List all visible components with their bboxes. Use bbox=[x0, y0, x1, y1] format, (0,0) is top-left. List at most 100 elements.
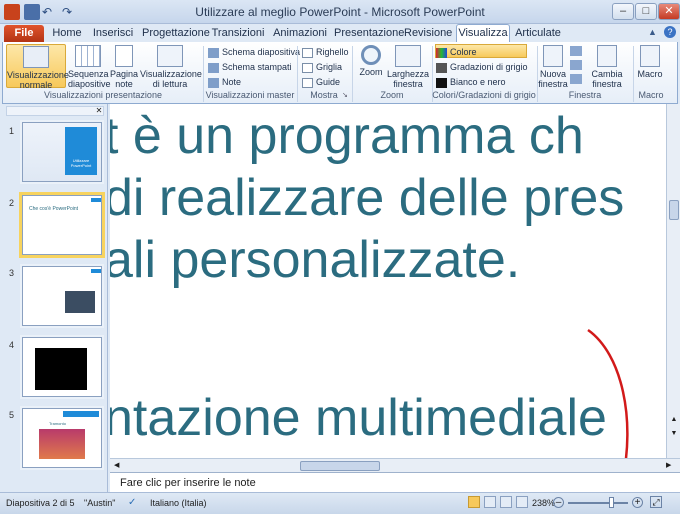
checkbox-icon bbox=[302, 77, 313, 88]
thumbnail-image bbox=[39, 429, 85, 459]
thumbnail-image bbox=[65, 291, 95, 313]
grayscale-button[interactable]: Gradazioni di grigio bbox=[436, 60, 528, 74]
notes-page-icon bbox=[115, 45, 133, 67]
slide-thumbnail[interactable]: Utilizzare PowerPoint bbox=[22, 122, 102, 182]
cascade-icon[interactable] bbox=[570, 60, 582, 70]
zoom-slider-handle[interactable] bbox=[609, 497, 614, 508]
powerpoint-logo-icon[interactable] bbox=[4, 4, 20, 20]
slide-text-line[interactable]: ali personalizzate. bbox=[110, 232, 520, 288]
help-icon[interactable]: ▲ bbox=[648, 27, 660, 39]
slide-sorter-icon[interactable] bbox=[484, 496, 496, 508]
notes-page-button[interactable]: Pagina note bbox=[108, 44, 140, 89]
zoom-button[interactable]: Zoom bbox=[356, 44, 386, 88]
language-indicator[interactable]: Italiano (Italia) bbox=[150, 494, 207, 512]
scroll-thumb[interactable] bbox=[300, 461, 380, 471]
color-icon bbox=[436, 47, 447, 58]
tab-articulate[interactable]: Articulate bbox=[514, 25, 562, 42]
zoom-in-icon[interactable]: + bbox=[632, 497, 643, 508]
thumbnail-title: Tramonto bbox=[49, 421, 66, 426]
normal-view-icon[interactable] bbox=[468, 496, 480, 508]
thumbnail-accent bbox=[63, 411, 99, 417]
tab-home[interactable]: Home bbox=[50, 25, 84, 42]
help-icon[interactable]: ? bbox=[664, 26, 676, 38]
slide-thumbnail[interactable]: Tramonto bbox=[22, 408, 102, 468]
slide-master-icon bbox=[208, 47, 219, 58]
thumbnail-image bbox=[35, 348, 87, 390]
guides-checkbox[interactable]: Guide bbox=[302, 75, 340, 89]
slide-sorter-button[interactable]: Sequenza diapositive bbox=[68, 44, 111, 89]
slide-thumbnail[interactable] bbox=[22, 266, 102, 326]
zoom-slider[interactable] bbox=[568, 502, 628, 504]
group-label-zoom: Zoom bbox=[380, 90, 404, 100]
reading-view-button[interactable]: Visualizzazione di lettura bbox=[140, 44, 202, 89]
checkbox-icon bbox=[302, 47, 313, 58]
thumbnail-title: Utilizzare PowerPoint bbox=[70, 158, 92, 168]
slideshow-icon[interactable] bbox=[516, 496, 528, 508]
macro-icon bbox=[640, 45, 660, 67]
thumbnail-accent bbox=[91, 269, 101, 273]
theme-name: "Austin" bbox=[84, 498, 116, 508]
tab-inserisci[interactable]: Inserisci bbox=[90, 25, 136, 42]
normal-view-button[interactable]: Visualizzazione normale bbox=[6, 44, 69, 90]
grid-checkbox[interactable]: Griglia bbox=[302, 60, 342, 74]
close-icon[interactable]: ✕ bbox=[94, 106, 104, 116]
tab-animazioni[interactable]: Animazioni bbox=[272, 25, 328, 42]
tab-revisione[interactable]: Revisione bbox=[404, 25, 452, 42]
scroll-right-icon[interactable]: ▶ bbox=[666, 461, 676, 471]
new-window-icon bbox=[543, 45, 563, 67]
reading-view-icon[interactable] bbox=[500, 496, 512, 508]
notes-master-icon bbox=[208, 77, 219, 88]
spellcheck-icon[interactable]: ✓ bbox=[128, 497, 140, 509]
handout-master-icon bbox=[208, 62, 219, 73]
group-label-macro: Macro bbox=[638, 90, 664, 100]
save-icon[interactable] bbox=[24, 4, 40, 20]
dialog-launcher-icon[interactable]: ↘ bbox=[342, 91, 350, 99]
switch-window-button[interactable]: Cambia finestra bbox=[584, 44, 630, 89]
notes-master-button[interactable]: Note bbox=[208, 75, 241, 89]
tab-presentazione[interactable]: Presentazione bbox=[334, 25, 404, 42]
slide-canvas[interactable]: t è un programma ch di realizzare delle … bbox=[110, 104, 666, 458]
black-white-button[interactable]: Bianco e nero bbox=[436, 75, 506, 89]
red-arrow-annotation bbox=[587, 328, 629, 458]
zoom-out-icon[interactable]: – bbox=[553, 497, 564, 508]
fit-window-button[interactable]: Larghezza finestra bbox=[386, 44, 430, 89]
horizontal-scrollbar[interactable]: ◀ ▶ bbox=[110, 458, 680, 472]
tab-transizioni[interactable]: Transizioni bbox=[210, 25, 266, 42]
close-button[interactable]: ✕ bbox=[658, 3, 680, 20]
group-label-views: Visualizzazioni presentazione bbox=[44, 90, 162, 100]
slide-thumbnail[interactable] bbox=[22, 337, 102, 397]
vertical-scrollbar[interactable]: ▲ ▼ bbox=[666, 104, 680, 458]
handout-master-button[interactable]: Schema stampati bbox=[208, 60, 292, 74]
new-window-button[interactable]: Nuova finestra bbox=[538, 44, 568, 89]
zoom-level[interactable]: 238% bbox=[532, 494, 555, 512]
black-white-icon bbox=[436, 77, 447, 88]
tab-file[interactable]: File bbox=[4, 25, 44, 42]
slide-counter: Diapositiva 2 di 5 bbox=[6, 498, 75, 508]
redo-icon[interactable]: ↷ bbox=[62, 4, 78, 20]
previous-slide-icon[interactable]: ▲ bbox=[669, 416, 679, 426]
book-icon bbox=[157, 45, 183, 67]
fit-slide-icon[interactable]: ⤢ bbox=[650, 496, 662, 508]
slide-sorter-icon bbox=[75, 45, 101, 67]
slide-text-line[interactable]: ntazione multimediale bbox=[110, 390, 607, 446]
notes-pane[interactable]: Fare clic per inserire le note bbox=[110, 472, 680, 492]
undo-icon[interactable]: ↶ bbox=[42, 4, 58, 20]
tab-progettazione[interactable]: Progettazione bbox=[142, 25, 210, 42]
minimize-button[interactable]: – bbox=[612, 3, 634, 20]
fit-window-icon bbox=[395, 45, 421, 67]
slide-master-button[interactable]: Schema diapositiva bbox=[208, 45, 300, 59]
slide-thumbnail[interactable]: Che cos'è PowerPoint bbox=[22, 195, 102, 255]
macro-button[interactable]: Macro bbox=[635, 44, 665, 88]
ruler-checkbox[interactable]: Righello bbox=[302, 45, 349, 59]
color-button[interactable]: Colore bbox=[435, 44, 527, 58]
tab-visualizza[interactable]: Visualizza bbox=[456, 24, 510, 43]
scroll-thumb[interactable] bbox=[669, 200, 679, 220]
grayscale-icon bbox=[436, 62, 447, 73]
maximize-button[interactable]: □ bbox=[635, 3, 657, 20]
scroll-left-icon[interactable]: ◀ bbox=[114, 461, 124, 471]
slide-text-line[interactable]: di realizzare delle pres bbox=[110, 170, 624, 226]
move-split-icon[interactable] bbox=[570, 74, 582, 84]
next-slide-icon[interactable]: ▼ bbox=[669, 430, 679, 440]
slide-text-line[interactable]: t è un programma ch bbox=[110, 108, 584, 164]
arrange-all-icon[interactable] bbox=[570, 46, 582, 56]
